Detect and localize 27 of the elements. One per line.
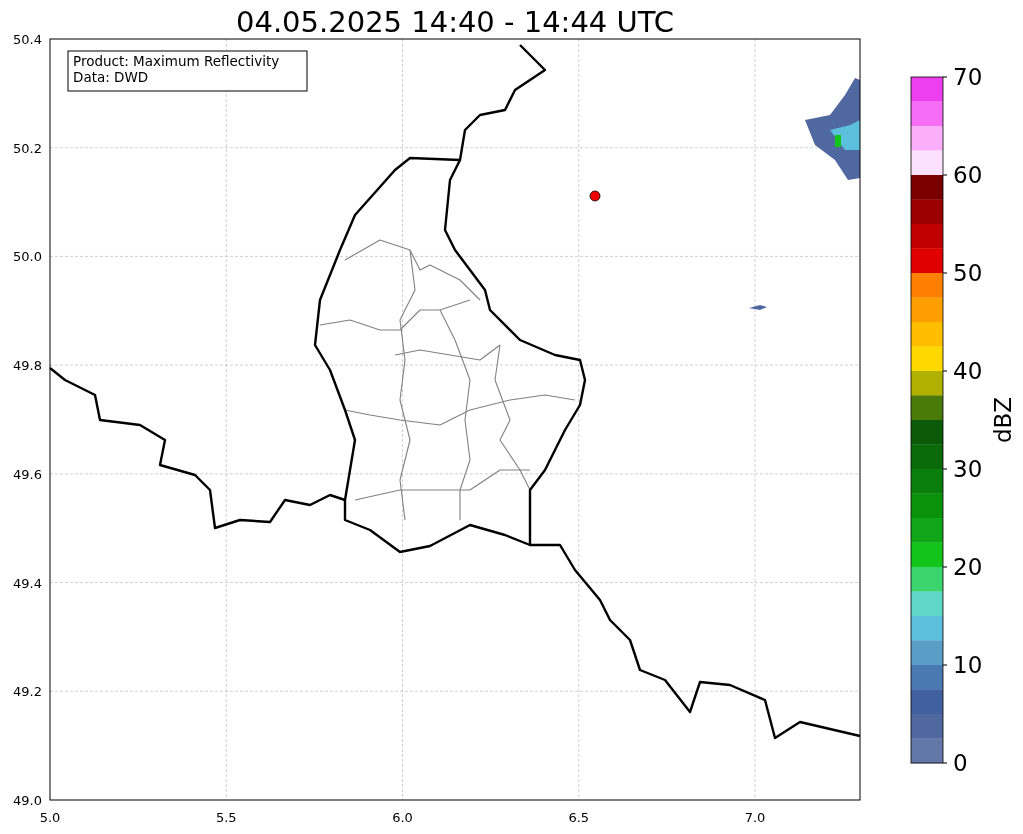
y-axis-tick-label: 50.2 (13, 140, 42, 156)
y-axis-tick-label: 49.0 (13, 793, 42, 808)
colorbar-label: dBZ (990, 396, 1016, 444)
colorbar-tick-label: 30 (953, 456, 983, 482)
colorbar-tick-label: 0 (953, 750, 968, 776)
colorbar-tick-label: 10 (953, 652, 983, 678)
x-axis-tick-label: 6.0 (392, 810, 413, 825)
location-marker (589, 190, 601, 202)
x-axis-tick-label: 5.0 (39, 810, 61, 825)
info-text: Product: Maximum Reflectivity (73, 53, 280, 69)
x-axis-tick-label: 7.0 (744, 810, 766, 825)
colorbar-tick-label: 70 (953, 64, 983, 90)
y-axis-tick-label: 49.2 (13, 684, 42, 700)
info-text: Data: DWD (73, 69, 149, 85)
y-axis-tick-label: 49.4 (13, 575, 42, 591)
colorbar-tick-label: 40 (953, 358, 983, 384)
y-axis-tick-label: 49.6 (13, 466, 42, 482)
colorbar-tick-label: 50 (953, 260, 983, 286)
radar-echo-drawing (749, 305, 767, 310)
chart-title: 04.05.2025 14:40 - 14:44 UTC (236, 5, 674, 39)
y-axis-tick-label: 50.0 (13, 249, 42, 265)
y-axis-tick-label: 49.8 (13, 358, 42, 374)
colorbar-tick-label: 60 (953, 162, 983, 188)
y-axis-tick-label: 50.4 (13, 32, 42, 47)
x-axis-tick-label: 6.5 (568, 810, 590, 825)
x-axis-tick-label: 5.5 (215, 810, 237, 825)
colorbar-tick-label: 20 (953, 554, 983, 580)
